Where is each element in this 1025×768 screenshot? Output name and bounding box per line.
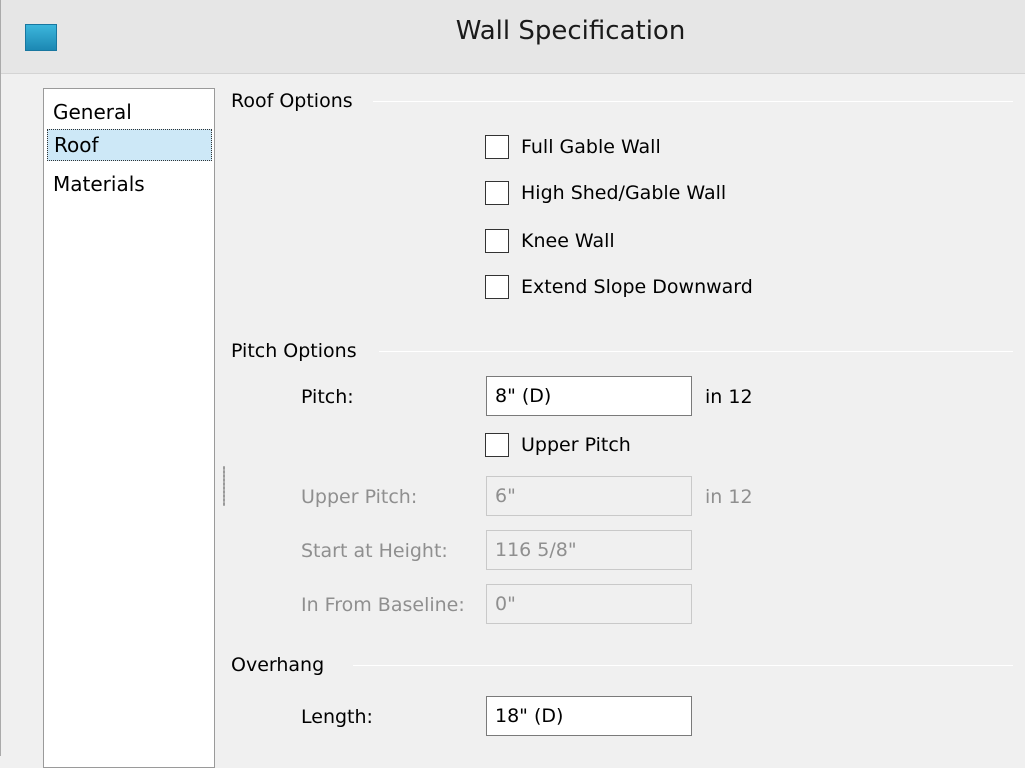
extend-slope-downward-checkbox[interactable] <box>485 275 509 299</box>
nav-item-general[interactable]: General <box>47 97 212 129</box>
upper-pitch-label: Upper Pitch: <box>301 486 418 508</box>
nav-item-roof[interactable]: Roof <box>47 129 212 161</box>
nav-item-materials[interactable]: Materials <box>47 169 212 201</box>
high-shed-gable-wall-checkbox[interactable] <box>485 181 509 205</box>
in-from-baseline-label: In From Baseline: <box>301 594 465 616</box>
knee-wall-checkbox[interactable] <box>485 229 509 253</box>
overhang-divider <box>353 665 1013 666</box>
in-from-baseline-input: 0" <box>486 584 692 624</box>
length-label: Length: <box>301 706 373 728</box>
pitch-label: Pitch: <box>301 386 354 408</box>
pitch-options-divider <box>379 351 1013 352</box>
extend-slope-downward-row[interactable]: Extend Slope Downward <box>485 274 753 300</box>
window-title: Wall Specification <box>455 16 686 46</box>
start-at-height-input: 116 5/8" <box>486 530 692 570</box>
length-input[interactable]: 18" (D) <box>486 696 692 736</box>
overhang-heading: Overhang <box>231 654 325 676</box>
roof-options-divider <box>373 101 1013 102</box>
upper-pitch-input: 6" <box>486 476 692 516</box>
dialog-body: General Roof Materials Roof Options Full… <box>23 74 1025 768</box>
roof-options-heading: Roof Options <box>231 90 353 112</box>
wall-specification-dialog: Wall Specification General Roof Material… <box>0 0 1025 768</box>
upper-pitch-unit: in 12 <box>705 486 753 508</box>
high-shed-gable-wall-label[interactable]: High Shed/Gable Wall <box>521 182 726 204</box>
high-shed-gable-wall-row[interactable]: High Shed/Gable Wall <box>485 180 726 206</box>
pitch-input[interactable]: 8" (D) <box>486 376 692 416</box>
upper-pitch-row[interactable]: Upper Pitch <box>485 432 631 458</box>
full-gable-wall-checkbox[interactable] <box>485 135 509 159</box>
upper-pitch-checkbox-label[interactable]: Upper Pitch <box>521 434 631 456</box>
pitch-unit: in 12 <box>705 386 753 408</box>
start-at-height-label: Start at Height: <box>301 540 448 562</box>
knee-wall-row[interactable]: Knee Wall <box>485 228 615 254</box>
full-gable-wall-label[interactable]: Full Gable Wall <box>521 136 661 158</box>
full-gable-wall-row[interactable]: Full Gable Wall <box>485 134 661 160</box>
splitter-handle[interactable] <box>223 466 225 506</box>
category-list: General Roof Materials <box>43 88 215 768</box>
knee-wall-label[interactable]: Knee Wall <box>521 230 615 252</box>
upper-pitch-checkbox[interactable] <box>485 433 509 457</box>
pitch-options-heading: Pitch Options <box>231 340 357 362</box>
extend-slope-downward-label[interactable]: Extend Slope Downward <box>521 276 753 298</box>
title-bar[interactable]: Wall Specification <box>1 0 1025 74</box>
